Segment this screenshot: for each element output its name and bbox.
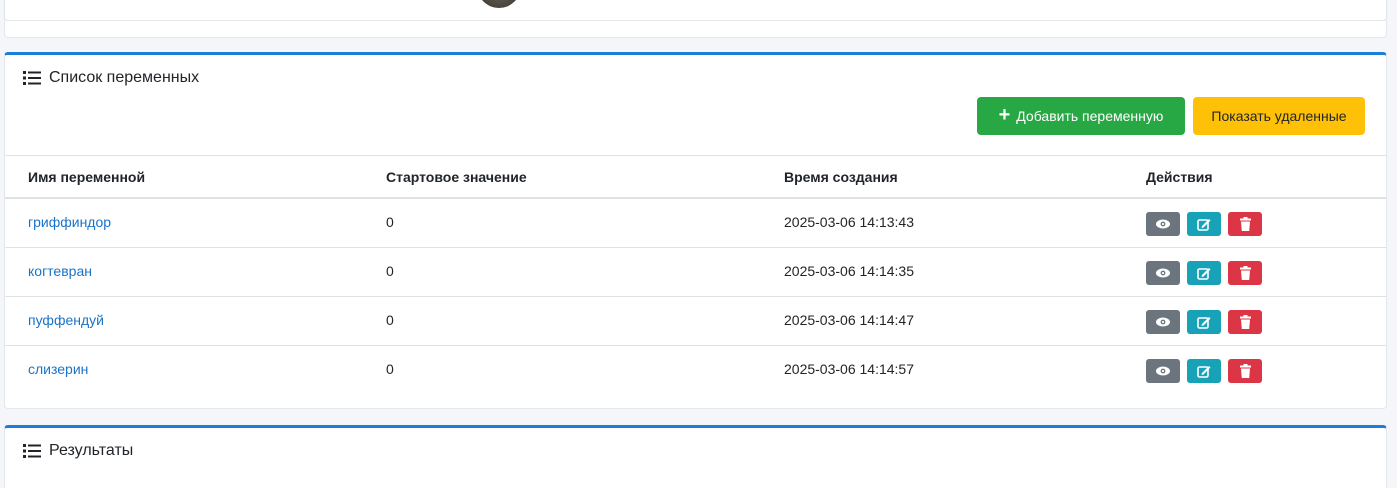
- variable-name-link[interactable]: слизерин: [28, 361, 88, 377]
- variables-card-title: Список переменных: [49, 69, 200, 86]
- table-row: пуффендуй 0 2025-03-06 14:14:47: [5, 297, 1386, 346]
- eye-icon: [1156, 268, 1170, 278]
- eye-icon: [1156, 317, 1170, 327]
- list-icon: [23, 71, 41, 85]
- add-variable-button[interactable]: + Добавить переменную: [977, 97, 1185, 135]
- row-actions: [1146, 212, 1262, 236]
- variable-name-link[interactable]: гриффиндор: [28, 214, 111, 230]
- show-deleted-label: Показать удаленные: [1211, 108, 1347, 124]
- view-button[interactable]: [1146, 212, 1180, 236]
- table-row: гриффиндор 0 2025-03-06 14:13:43: [5, 199, 1386, 248]
- plus-icon: +: [998, 104, 1011, 126]
- edit-icon: [1197, 268, 1211, 280]
- edit-icon: [1197, 219, 1211, 231]
- column-header-name: Имя переменной: [28, 169, 146, 185]
- row-actions: [1146, 359, 1262, 383]
- trash-icon: [1239, 315, 1251, 329]
- results-card-title: Результаты: [49, 442, 134, 459]
- variables-card: Список переменных + Добавить переменную …: [4, 52, 1387, 397]
- table-header: Имя переменной Стартовое значение Время …: [5, 155, 1386, 199]
- table-row: слизерин 0 2025-03-06 14:14:57: [5, 346, 1386, 395]
- view-button[interactable]: [1146, 261, 1180, 285]
- previous-card-footer: [4, 21, 1387, 38]
- variables-table: Имя переменной Стартовое значение Время …: [5, 155, 1386, 395]
- eye-icon: [1156, 366, 1170, 376]
- variables-card-header: Список переменных: [23, 69, 199, 87]
- created-time: 2025-03-06 14:14:35: [784, 263, 914, 279]
- list-icon: [23, 444, 41, 458]
- previous-card: [4, 0, 1387, 21]
- created-time: 2025-03-06 14:13:43: [784, 214, 914, 230]
- variables-card-footer: [4, 394, 1387, 409]
- trash-icon: [1239, 364, 1251, 378]
- created-time: 2025-03-06 14:14:47: [784, 312, 914, 328]
- edit-button[interactable]: [1187, 261, 1221, 285]
- column-header-actions: Действия: [1146, 169, 1213, 185]
- results-card-header: Результаты: [23, 442, 133, 460]
- view-button[interactable]: [1146, 310, 1180, 334]
- trash-icon: [1239, 217, 1251, 231]
- column-header-created: Время создания: [784, 169, 898, 185]
- results-card: Результаты: [4, 425, 1387, 488]
- edit-icon: [1197, 317, 1211, 329]
- view-button[interactable]: [1146, 359, 1180, 383]
- trash-icon: [1239, 266, 1251, 280]
- delete-button[interactable]: [1228, 359, 1262, 383]
- start-value: 0: [386, 361, 394, 377]
- delete-button[interactable]: [1228, 212, 1262, 236]
- start-value: 0: [386, 263, 394, 279]
- edit-button[interactable]: [1187, 359, 1221, 383]
- table-row: когтевран 0 2025-03-06 14:14:35: [5, 248, 1386, 297]
- edit-button[interactable]: [1187, 212, 1221, 236]
- row-actions: [1146, 310, 1262, 334]
- variable-name-link[interactable]: пуффендуй: [28, 312, 104, 328]
- row-actions: [1146, 261, 1262, 285]
- variable-name-link[interactable]: когтевран: [28, 263, 92, 279]
- show-deleted-button[interactable]: Показать удаленные: [1193, 97, 1365, 135]
- start-value: 0: [386, 312, 394, 328]
- created-time: 2025-03-06 14:14:57: [784, 361, 914, 377]
- add-variable-label: Добавить переменную: [1016, 108, 1164, 124]
- eye-icon: [1156, 219, 1170, 229]
- column-header-start-value: Стартовое значение: [386, 169, 527, 185]
- edit-button[interactable]: [1187, 310, 1221, 334]
- edit-icon: [1197, 366, 1211, 378]
- delete-button[interactable]: [1228, 261, 1262, 285]
- start-value: 0: [386, 214, 394, 230]
- delete-button[interactable]: [1228, 310, 1262, 334]
